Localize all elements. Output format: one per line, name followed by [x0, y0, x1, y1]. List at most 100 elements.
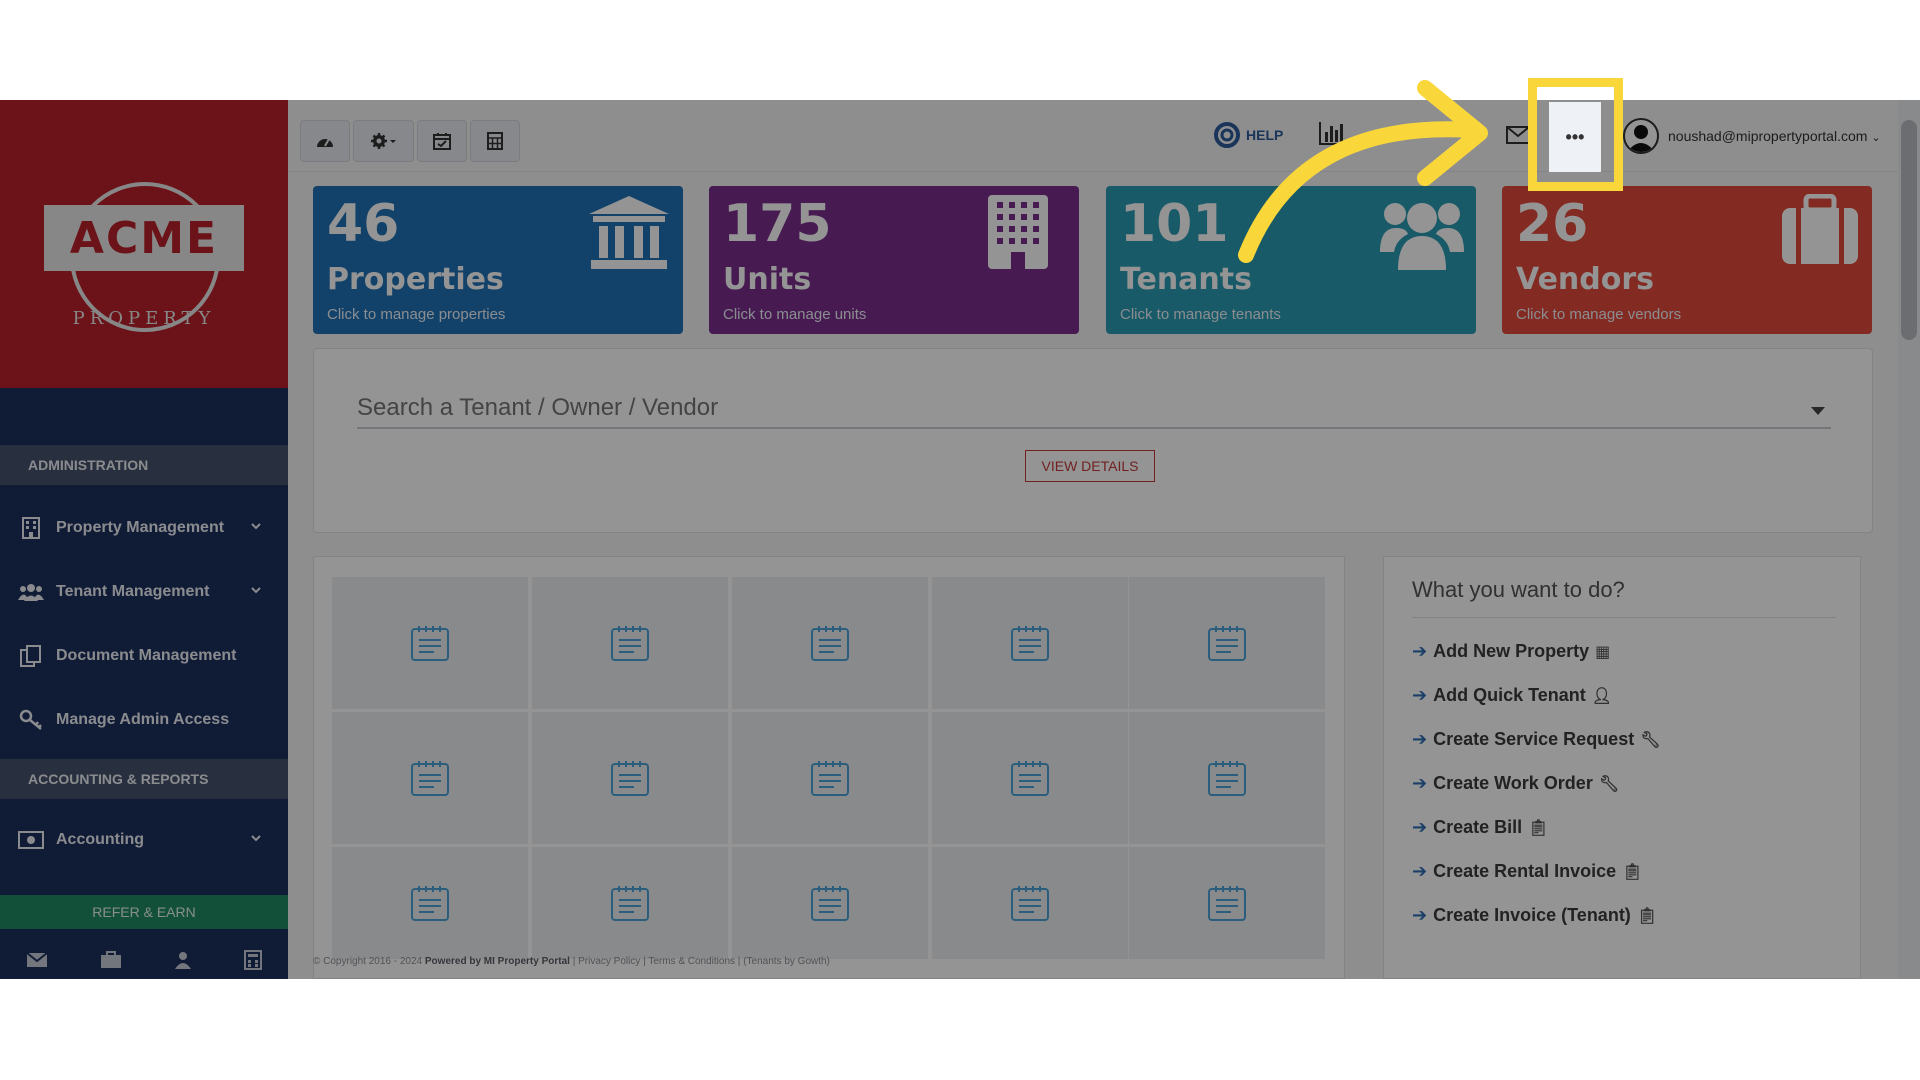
shortcut-tile[interactable]	[332, 847, 528, 959]
briefcase-icon[interactable]	[100, 950, 122, 969]
scrollbar-thumb[interactable]	[1901, 120, 1917, 340]
envelope-icon[interactable]	[1506, 126, 1530, 144]
shortcut-tile[interactable]	[732, 712, 928, 844]
mail-icon[interactable]	[26, 951, 48, 968]
shortcut-tile[interactable]	[1129, 847, 1325, 959]
card-count: 26	[1516, 194, 1589, 254]
terms-link[interactable]: Terms & Conditions	[648, 956, 735, 967]
sidebar-item-tenant-management[interactable]: Tenant Management	[0, 564, 288, 620]
sidebar-item-accounting[interactable]: Accounting	[0, 812, 288, 868]
calculator-button[interactable]	[470, 120, 520, 162]
card-title: Properties	[327, 262, 504, 297]
bar-chart-icon[interactable]	[1318, 120, 1346, 146]
shortcut-tile[interactable]	[332, 577, 528, 709]
sidebar-bottom-bar	[0, 940, 288, 979]
calculator-icon[interactable]	[244, 949, 262, 970]
arrow-right-icon: ➔	[1412, 641, 1428, 661]
chevron-down-icon	[251, 523, 261, 530]
refer-and-earn-button[interactable]: REFER & EARN	[0, 895, 288, 929]
logo-subtitle: PROPERTY	[72, 308, 216, 329]
card-count: 46	[327, 194, 400, 254]
chevron-down-icon	[251, 587, 261, 594]
calendar-button[interactable]	[417, 120, 467, 162]
notepad-icon	[1011, 626, 1049, 661]
create-invoice-tenant-link[interactable]: ➔ Create Invoice (Tenant) 📋︎	[1412, 905, 1657, 926]
create-work-order-link[interactable]: ➔ Create Work Order 🔧︎	[1412, 773, 1619, 794]
calculator-icon	[487, 132, 503, 150]
shortcut-tile[interactable]	[732, 577, 928, 709]
help-link[interactable]: HELP	[1214, 122, 1283, 148]
shortcut-tile[interactable]	[932, 577, 1128, 709]
shortcut-tile[interactable]	[932, 847, 1128, 959]
arrow-right-icon: ➔	[1412, 861, 1428, 881]
notepad-icon	[811, 761, 849, 796]
sidebar-item-label: Document Management	[56, 647, 237, 664]
notepad-icon	[611, 626, 649, 661]
caret-down-icon[interactable]	[1811, 407, 1825, 415]
lifebuoy-icon	[1214, 122, 1240, 148]
shortcut-tile[interactable]	[732, 847, 928, 959]
vendors-card[interactable]: 26 Vendors Click to manage vendors	[1502, 186, 1872, 334]
avatar[interactable]	[1623, 118, 1659, 154]
sidebar-item-manage-admin-access[interactable]: Manage Admin Access	[0, 692, 288, 748]
tenants-card[interactable]: 101 Tenants Click to manage tenants	[1106, 186, 1476, 334]
logo-area: ACME PROPERTY	[0, 100, 288, 388]
sidebar-item-document-management[interactable]: Document Management	[0, 628, 288, 684]
units-card[interactable]: 175 Units Click to manage units	[709, 186, 1079, 334]
view-details-button[interactable]: VIEW DETAILS	[1025, 450, 1155, 482]
sidebar-item-property-management[interactable]: Property Management	[0, 500, 288, 556]
arrow-right-icon: ➔	[1412, 905, 1428, 925]
logo[interactable]: ACME	[44, 205, 244, 271]
add-new-property-link[interactable]: ➔ Add New Property ▦	[1412, 641, 1610, 662]
notepad-icon	[1011, 886, 1049, 921]
notepad-icon	[1208, 626, 1246, 661]
create-service-request-link[interactable]: ➔ Create Service Request 🔧︎	[1412, 729, 1661, 750]
shortcut-tile[interactable]	[332, 712, 528, 844]
footer: © Copyright 2016 - 2024 Powered by MI Pr…	[313, 956, 830, 967]
shortcut-tile[interactable]	[932, 712, 1128, 844]
clipboard-icon: 📋︎	[1528, 819, 1549, 837]
settings-dropdown-button[interactable]	[353, 120, 414, 162]
shortcut-tile[interactable]	[532, 577, 728, 709]
action-label: Create Bill	[1433, 817, 1523, 837]
divider	[1412, 617, 1836, 618]
card-count: 101	[1120, 194, 1229, 254]
clipboard-icon: 📋︎	[1636, 907, 1658, 925]
users-icon	[18, 581, 44, 603]
add-quick-tenant-link[interactable]: ➔ Add Quick Tenant 👤︎	[1412, 685, 1612, 706]
notepad-icon	[411, 626, 449, 661]
shortcut-tile[interactable]	[1129, 577, 1325, 709]
sidebar-item-label: Manage Admin Access	[56, 711, 230, 728]
card-title: Units	[723, 262, 812, 297]
building-icon	[18, 517, 44, 539]
action-label: Add New Property	[1433, 641, 1590, 661]
notepad-icon	[611, 761, 649, 796]
bank-icon	[589, 196, 669, 269]
user-icon[interactable]	[174, 951, 192, 969]
building-icon	[988, 195, 1048, 269]
money-icon	[18, 829, 44, 851]
shortcut-tile[interactable]	[532, 847, 728, 959]
create-bill-link[interactable]: ➔ Create Bill 📋︎	[1412, 817, 1548, 838]
dashboard-button[interactable]	[300, 120, 350, 162]
quick-actions-title: What you want to do?	[1412, 577, 1625, 602]
user-avatar-icon	[1627, 125, 1655, 152]
properties-card[interactable]: 46 Properties Click to manage properties	[313, 186, 683, 334]
user-menu[interactable]: noushad@mipropertyportal.com ⌄	[1668, 128, 1881, 144]
create-rental-invoice-link[interactable]: ➔ Create Rental Invoice 📋︎	[1412, 861, 1642, 882]
notepad-icon	[811, 626, 849, 661]
privacy-policy-link[interactable]: Privacy Policy	[578, 956, 640, 967]
tenant-owner-vendor-search-input[interactable]	[357, 389, 1831, 429]
scrollbar[interactable]	[1898, 100, 1920, 979]
sidebar-item-label: Accounting	[56, 831, 144, 848]
help-label: HELP	[1246, 127, 1284, 143]
notepad-icon	[611, 886, 649, 921]
card-count: 175	[723, 194, 832, 254]
footer-template-credit: (Tenants by Gowth)	[743, 956, 830, 967]
notepad-icon	[811, 886, 849, 921]
action-label: Create Invoice (Tenant)	[1433, 905, 1631, 925]
shortcut-tile[interactable]	[1129, 712, 1325, 844]
logo-text: ACME	[69, 212, 219, 264]
shortcut-tile[interactable]	[532, 712, 728, 844]
footer-powered-by[interactable]: Powered by MI Property Portal	[425, 956, 570, 967]
